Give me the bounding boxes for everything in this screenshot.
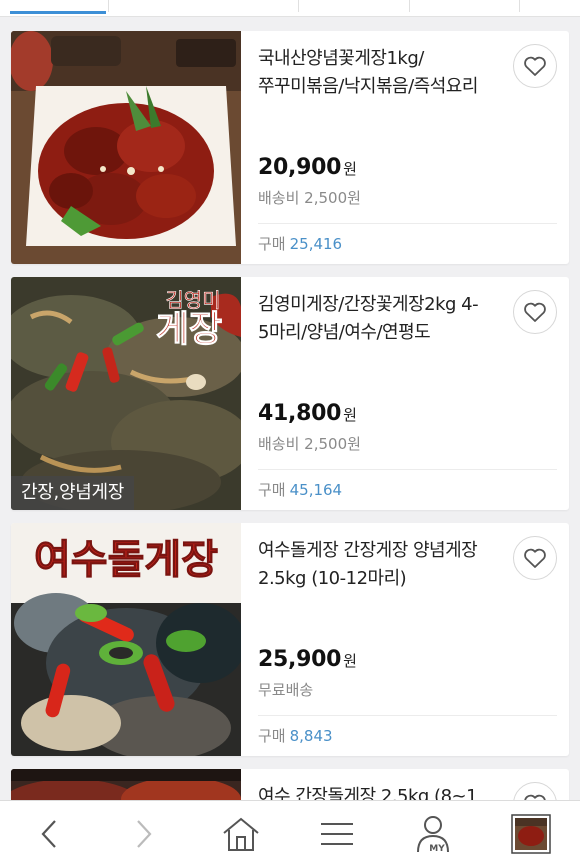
menu-icon xyxy=(321,823,353,845)
purchase-label: 구매 xyxy=(258,481,286,499)
currency-unit: 원 xyxy=(343,406,357,424)
my-page-button[interactable]: MY xyxy=(410,811,456,857)
currency-unit: 원 xyxy=(343,652,357,670)
category-overlay-label: 간장,양념게장 xyxy=(11,476,134,510)
home-icon xyxy=(223,817,259,851)
top-tab-bar xyxy=(0,0,580,17)
divider xyxy=(258,715,557,716)
recent-item-button[interactable] xyxy=(508,811,554,857)
active-tab-indicator xyxy=(10,11,106,14)
tab-divider xyxy=(298,0,299,12)
back-button[interactable] xyxy=(26,811,72,857)
forward-button[interactable] xyxy=(121,811,167,857)
price: 20,900 원 xyxy=(258,155,357,180)
price-value: 25,900 xyxy=(258,647,342,672)
product-title[interactable]: 김영미게장/간장꽃게장2kg 4-5마리/양념/여수/연평도 xyxy=(258,291,498,347)
yeosu-stone-crab-photo: 여수돌게장 xyxy=(11,523,241,756)
product-card[interactable]: 여수돌게장 여수돌게장 간장게장 양념게장 2.5kg (10-12마리) 25… xyxy=(11,523,569,756)
shipping-fee: 배송비 2,500원 xyxy=(258,435,361,453)
product-title[interactable]: 국내산양념꽃게장1kg/쭈꾸미볶음/낙지볶음/즉석요리 xyxy=(258,45,498,101)
home-button[interactable] xyxy=(218,811,264,857)
heart-icon xyxy=(524,548,546,568)
divider xyxy=(258,223,557,224)
purchase-count-value: 45,164 xyxy=(289,481,343,499)
shipping-fee: 배송비 2,500원 xyxy=(258,189,361,207)
purchase-count: 구매 8,843 xyxy=(258,725,333,746)
product-title[interactable]: 여수돌게장 간장게장 양념게장 2.5kg (10-12마리) xyxy=(258,537,498,593)
tab-divider xyxy=(108,0,109,12)
purchase-label: 구매 xyxy=(258,235,286,253)
tab-divider xyxy=(409,0,410,12)
menu-button[interactable] xyxy=(314,811,360,857)
bottom-navigation-bar: MY xyxy=(0,800,580,866)
heart-icon xyxy=(524,56,546,76)
heart-icon xyxy=(524,302,546,322)
purchase-count-value: 8,843 xyxy=(289,727,333,745)
user-icon: MY xyxy=(417,816,449,854)
recent-item-thumbnail xyxy=(511,814,551,854)
divider xyxy=(258,469,557,470)
my-label: MY xyxy=(429,844,445,854)
wishlist-button[interactable] xyxy=(513,44,557,88)
purchase-count: 구매 45,164 xyxy=(258,479,342,500)
image-brand-text: 여수돌게장 xyxy=(34,536,218,583)
product-image[interactable] xyxy=(11,31,241,264)
purchase-label: 구매 xyxy=(258,727,286,745)
price: 41,800 원 xyxy=(258,401,357,426)
image-brand-text: 게장 xyxy=(156,308,222,350)
wishlist-button[interactable] xyxy=(513,536,557,580)
spicy-marinated-crab-photo xyxy=(11,31,241,264)
wishlist-button[interactable] xyxy=(513,290,557,334)
currency-unit: 원 xyxy=(343,160,357,178)
product-card[interactable]: 김영미 게장 간장,양념게장 김영미게장/간장꽃게장2kg 4-5마리/양념/여… xyxy=(11,277,569,510)
price: 25,900 원 xyxy=(258,647,357,672)
product-image[interactable]: 여수돌게장 xyxy=(11,523,241,756)
tab-divider xyxy=(519,0,520,12)
purchase-count-value: 25,416 xyxy=(289,235,343,253)
shipping-fee: 무료배송 xyxy=(258,681,314,699)
purchase-count: 구매 25,416 xyxy=(258,233,342,254)
back-icon xyxy=(41,820,56,848)
price-value: 20,900 xyxy=(258,155,342,180)
price-value: 41,800 xyxy=(258,401,342,426)
product-card[interactable]: 국내산양념꽃게장1kg/쭈꾸미볶음/낙지볶음/즉석요리 20,900 원 배송비… xyxy=(11,31,569,264)
product-image[interactable]: 김영미 게장 간장,양념게장 xyxy=(11,277,241,510)
forward-icon xyxy=(137,820,152,848)
